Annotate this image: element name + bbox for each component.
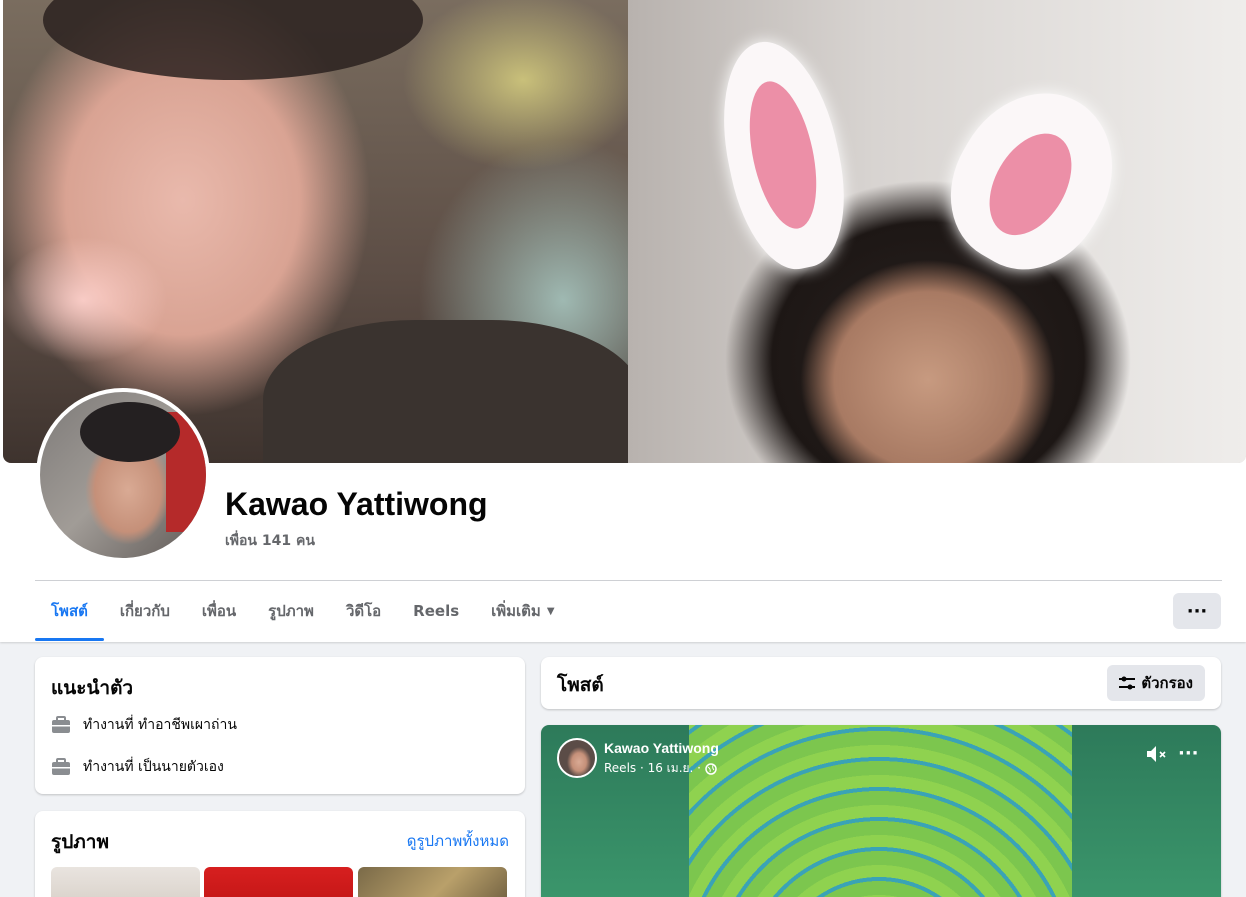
photo-thumbnail[interactable]	[204, 867, 353, 897]
avatar	[40, 392, 206, 558]
reel-video[interactable]	[689, 725, 1072, 897]
tab-reels[interactable]: Reels	[397, 581, 475, 641]
filter-icon	[1119, 676, 1136, 690]
globe-icon	[705, 762, 717, 775]
caret-down-icon: ▼	[546, 605, 555, 617]
post-author-name[interactable]: Kawao Yattiwong	[604, 740, 719, 756]
mute-icon[interactable]	[1145, 745, 1169, 763]
tab-about[interactable]: เกี่ยวกับ	[104, 581, 186, 641]
tab-posts[interactable]: โพสต์	[35, 581, 104, 641]
tab-label: Reels	[413, 602, 460, 620]
cover-hair-shape	[43, 0, 423, 80]
intro-title: แนะนำตัว	[51, 677, 134, 699]
tab-more[interactable]: เพิ่มเติม ▼	[475, 581, 570, 641]
cover-jacket-shape	[263, 320, 643, 463]
tab-photos[interactable]: รูปภาพ	[252, 581, 330, 641]
intro-item-text: ทำงานที่ ทำอาชีพเผาถ่าน	[83, 717, 237, 733]
briefcase-icon	[52, 758, 70, 775]
tab-label: เพื่อน	[201, 602, 237, 620]
bunny-ear-inner	[738, 75, 828, 235]
bunny-ear-inner	[972, 119, 1089, 250]
cover-photo[interactable]	[3, 0, 1246, 463]
profile-tabs: โพสต์ เกี่ยวกับ เพื่อน รูปภาพ วิดีโอ Ree…	[35, 581, 571, 641]
tab-label: โพสต์	[51, 602, 88, 620]
tab-label: รูปภาพ	[268, 602, 314, 620]
see-all-photos-link[interactable]: ดูรูปภาพทั้งหมด	[407, 829, 509, 853]
avatar-hair-shape	[80, 402, 180, 462]
tab-label: เพิ่มเติม	[491, 602, 541, 620]
avatar[interactable]	[557, 738, 597, 778]
photo-thumbnail[interactable]	[51, 867, 200, 897]
bunny-ear-left	[705, 31, 861, 279]
posts-title: โพสต์	[557, 674, 604, 696]
photos-card: รูปภาพ ดูรูปภาพทั้งหมด	[35, 811, 525, 897]
profile-more-button[interactable]: ···	[1173, 593, 1221, 629]
filter-label: ตัวกรอง	[1141, 674, 1193, 692]
post-more-button[interactable]: ···	[1178, 743, 1199, 764]
intro-item: ทำงานที่ เป็นนายตัวเอง	[51, 756, 224, 778]
tab-label: วิดีโอ	[345, 602, 382, 620]
briefcase-icon	[52, 716, 70, 733]
post-meta: Reels · 16 เม.ย. ·	[604, 759, 717, 778]
profile-header: Kawao Yattiwong เพื่อน 141 คน โพสต์ เกี่…	[0, 0, 1246, 642]
tab-label: เกี่ยวกับ	[119, 602, 170, 620]
photo-thumbnail[interactable]	[358, 867, 507, 897]
reel-post: Kawao Yattiwong Reels · 16 เม.ย. · ···	[541, 725, 1221, 897]
intro-card: แนะนำตัว ทำงานที่ ทำอาชีพเผาถ่าน ทำงานที…	[35, 657, 525, 794]
profile-picture[interactable]	[36, 388, 210, 562]
posts-header-card: โพสต์ ตัวกรอง	[541, 657, 1221, 709]
tab-friends[interactable]: เพื่อน	[186, 581, 252, 641]
tab-videos[interactable]: วิดีโอ	[330, 581, 397, 641]
profile-name: Kawao Yattiwong	[225, 486, 488, 522]
bunny-ear-right	[923, 64, 1143, 296]
intro-item: ทำงานที่ ทำอาชีพเผาถ่าน	[51, 714, 237, 736]
cover-photo-right	[628, 0, 1246, 463]
friends-count[interactable]: เพื่อน 141 คน	[225, 530, 315, 552]
post-meta-text[interactable]: Reels · 16 เม.ย. ·	[604, 759, 701, 778]
photos-title: รูปภาพ	[51, 831, 109, 853]
filter-button[interactable]: ตัวกรอง	[1107, 665, 1205, 701]
intro-item-text: ทำงานที่ เป็นนายตัวเอง	[83, 759, 224, 775]
